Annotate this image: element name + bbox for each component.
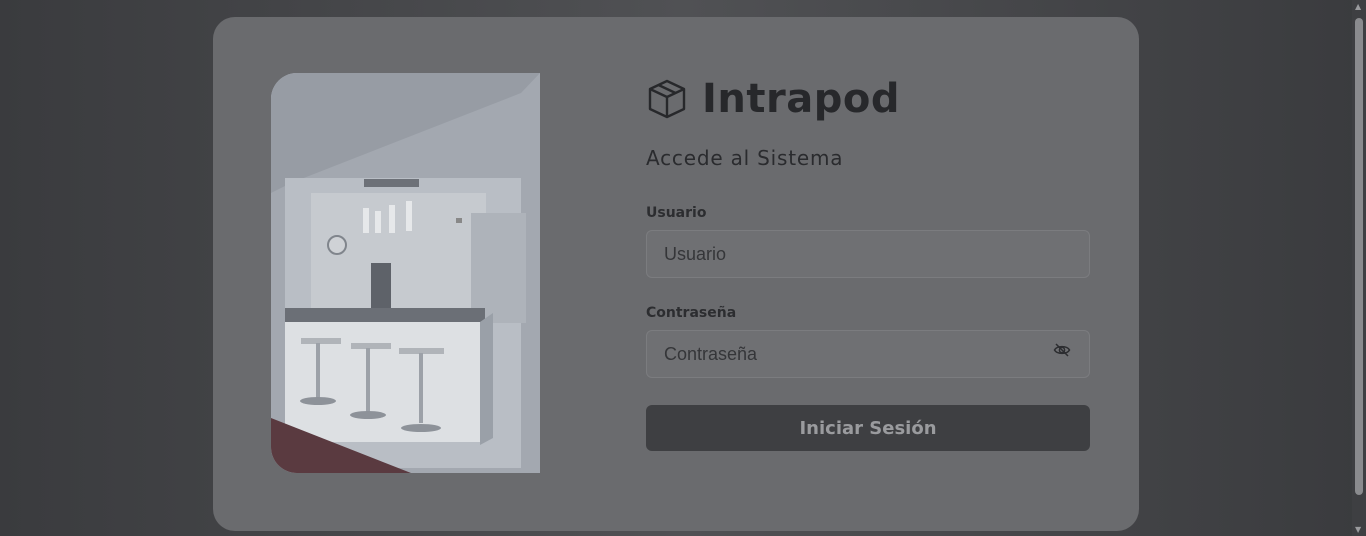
eye-slash-icon[interactable] <box>1053 341 1071 359</box>
login-subtitle: Accede al Sistema <box>646 146 844 170</box>
username-field-wrapper <box>646 230 1090 278</box>
page-scrollbar[interactable]: ▲ ▼ <box>1352 0 1366 536</box>
username-input[interactable] <box>647 231 1089 277</box>
scroll-up-icon[interactable]: ▲ <box>1355 2 1361 11</box>
password-label: Contraseña <box>646 305 737 321</box>
scrollbar-thumb[interactable] <box>1355 18 1363 495</box>
scroll-down-icon[interactable]: ▼ <box>1355 525 1361 534</box>
brand: Intrapod <box>646 75 1090 123</box>
username-label: Usuario <box>646 205 707 221</box>
login-button[interactable]: Iniciar Sesión <box>646 405 1090 451</box>
password-field-wrapper <box>646 330 1090 378</box>
password-input[interactable] <box>647 331 1089 377</box>
brand-name: Intrapod <box>702 76 900 122</box>
login-card: Intrapod Accede al Sistema Usuario Contr… <box>213 17 1139 531</box>
login-form: Intrapod Accede al Sistema Usuario Contr… <box>646 75 1090 451</box>
kitchen-photo <box>271 73 540 473</box>
box-icon <box>648 79 686 119</box>
